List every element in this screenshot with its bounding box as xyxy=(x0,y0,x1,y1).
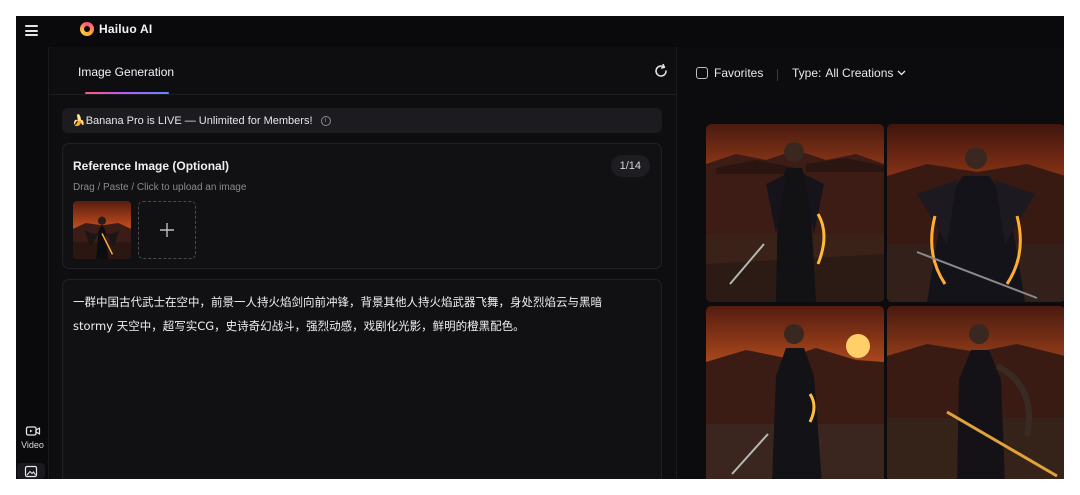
app-name: Hailuo AI xyxy=(99,22,153,36)
warrior-image xyxy=(887,124,1064,302)
result-image-3[interactable] xyxy=(706,306,884,479)
rail-item-video-label: Video xyxy=(21,440,44,450)
results-grid xyxy=(706,124,1064,479)
result-image-1[interactable] xyxy=(706,124,884,302)
plus-icon xyxy=(160,223,174,237)
rail-item-video[interactable]: Video xyxy=(16,424,49,450)
prompt-textarea[interactable]: 一群中国古代武士在空中，前景一人持火焰剑向前冲锋，背景其他人持火焰武器飞舞，身处… xyxy=(62,279,662,479)
image-icon xyxy=(24,465,38,478)
video-icon xyxy=(25,426,40,436)
type-label: Type: xyxy=(792,66,822,80)
refresh-icon[interactable] xyxy=(653,63,669,79)
logo-icon xyxy=(80,22,94,36)
promo-banner-text: 🍌Banana Pro is LIVE — Unlimited for Memb… xyxy=(72,115,313,127)
reference-title: Reference Image (Optional) xyxy=(73,159,230,173)
add-reference-button[interactable] xyxy=(138,201,196,259)
reference-count-badge: 1/14 xyxy=(610,155,650,177)
app-logo[interactable]: Hailuo AI xyxy=(80,19,152,39)
generation-panel: Image Generation 🍌Banana Pro is LIVE — U… xyxy=(50,47,676,479)
type-value: All Creations xyxy=(825,66,894,80)
tab-bar: Image Generation xyxy=(50,47,676,95)
prompt-line-1: 一群中国古代武士在空中，前景一人持火焰剑向前冲锋，背景其他人持火焰武器飞舞，身处… xyxy=(73,295,602,309)
favorites-filter[interactable]: Favorites xyxy=(696,66,763,80)
reference-thumbnail[interactable] xyxy=(73,201,131,259)
warrior-image xyxy=(706,306,884,479)
promo-banner[interactable]: 🍌Banana Pro is LIVE — Unlimited for Memb… xyxy=(62,108,662,133)
prompt-line-2: stormy 天空中，超写实CG，史诗奇幻战斗，强烈动感，戏剧化光影，鲜明的橙黑… xyxy=(73,319,525,333)
chevron-down-icon xyxy=(897,70,906,76)
warrior-image xyxy=(73,201,131,259)
app-window: Hailuo AI Video Image Generation 🍌Banana… xyxy=(16,16,1064,479)
reference-upload-hint: Drag / Paste / Click to upload an image xyxy=(73,182,247,193)
favorites-checkbox[interactable] xyxy=(696,67,708,79)
active-tab-indicator xyxy=(85,92,169,94)
filter-divider xyxy=(777,69,778,81)
top-bar: Hailuo AI xyxy=(16,16,1064,47)
menu-icon[interactable] xyxy=(25,25,38,36)
results-panel: Favorites Type: All Creations xyxy=(676,47,1064,479)
result-image-4[interactable] xyxy=(887,306,1064,479)
warrior-image xyxy=(706,124,884,302)
result-image-2[interactable] xyxy=(887,124,1064,302)
reference-image-card: Reference Image (Optional) 1/14 Drag / P… xyxy=(62,143,662,269)
warrior-image xyxy=(887,306,1064,479)
info-icon[interactable]: i xyxy=(320,115,331,126)
rail-item-image[interactable] xyxy=(17,463,45,479)
type-dropdown[interactable]: Type: All Creations xyxy=(792,66,906,80)
tab-image-generation[interactable]: Image Generation xyxy=(78,65,174,79)
favorites-label: Favorites xyxy=(714,66,764,80)
left-rail: Video xyxy=(16,47,49,479)
